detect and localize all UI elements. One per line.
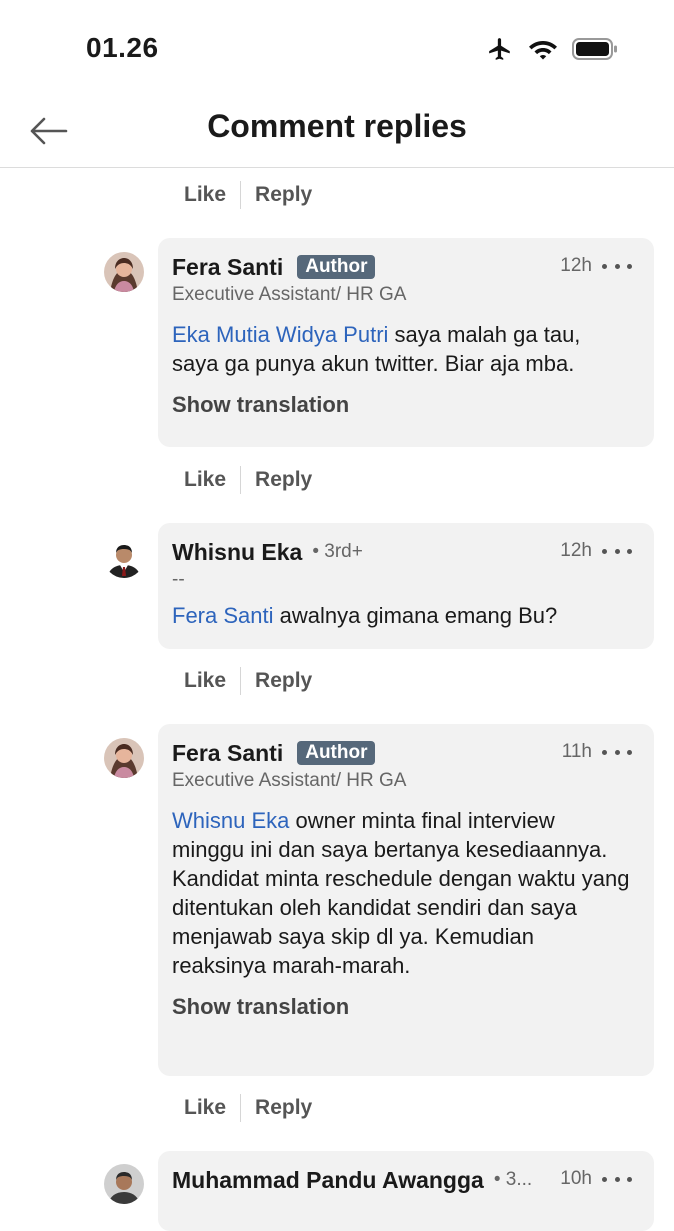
more-options-button[interactable]	[602, 1167, 632, 1191]
comment-text: Whisnu Eka owner minta final interview m…	[172, 806, 632, 980]
commenter-name[interactable]: Whisnu Eka	[172, 539, 302, 566]
avatar-photo	[104, 738, 144, 778]
avatar-photo	[104, 538, 144, 578]
mention-link[interactable]: Fera Santi	[172, 603, 274, 628]
show-translation-button[interactable]: Show translation	[172, 994, 632, 1020]
comment-actions: Like Reply	[170, 666, 326, 696]
mention-link[interactable]: Whisnu Eka	[172, 808, 289, 833]
avatar-photo	[104, 1164, 144, 1204]
comment-time: 12h	[560, 540, 592, 561]
comment-text: Eka Mutia Widya Putri saya malah ga tau,…	[172, 320, 632, 378]
author-badge: Author	[297, 741, 376, 765]
more-dot-icon	[614, 1176, 620, 1182]
comment-bubble: Fera Santi Author 12h Executive Assistan…	[158, 238, 654, 447]
like-button[interactable]: Like	[170, 669, 240, 693]
avatar-photo	[104, 252, 144, 292]
comment-time: 12h	[560, 255, 592, 276]
more-dot-icon	[627, 263, 632, 269]
connection-degree: • 3rd+	[312, 541, 363, 562]
comment-bubble: Fera Santi Author 11h Executive Assistan…	[158, 724, 654, 1076]
author-badge: Author	[297, 255, 376, 279]
reply-button[interactable]: Reply	[241, 1096, 326, 1120]
comment-actions: Like Reply	[170, 180, 326, 210]
like-button[interactable]: Like	[170, 1096, 240, 1120]
avatar[interactable]	[104, 252, 144, 292]
more-dot-icon	[602, 1176, 607, 1182]
status-time: 01.26	[86, 32, 159, 63]
commenter-name[interactable]: Fera Santi	[172, 254, 283, 281]
more-dot-icon	[602, 548, 607, 554]
more-dot-icon	[627, 749, 632, 755]
comment-bubble: Whisnu Eka • 3rd+ 12h -- Fera Santi awal…	[158, 523, 654, 649]
header-bar: Comment replies	[0, 92, 674, 168]
more-dot-icon	[627, 1176, 632, 1182]
like-button[interactable]: Like	[170, 183, 240, 207]
commenter-headline: Executive Assistant/ HR GA	[172, 284, 407, 305]
page-title: Comment replies	[207, 108, 467, 144]
more-dot-icon	[614, 263, 620, 269]
comment-actions: Like Reply	[170, 1093, 326, 1123]
comment-body: owner minta final interview minggu ini d…	[172, 808, 630, 978]
comment-time: 10h	[560, 1168, 592, 1189]
wifi-icon	[529, 41, 557, 60]
commenter-name[interactable]: Muhammad Pandu Awangga	[172, 1167, 484, 1194]
more-dot-icon	[602, 263, 607, 269]
commenter-headline: --	[172, 569, 185, 590]
reply-button[interactable]: Reply	[241, 669, 326, 693]
comment-actions: Like Reply	[170, 465, 326, 495]
avatar[interactable]	[104, 738, 144, 778]
mention-link[interactable]: Eka Mutia Widya Putri	[172, 322, 388, 347]
reply-button[interactable]: Reply	[241, 468, 326, 492]
avatar[interactable]	[104, 1164, 144, 1204]
avatar[interactable]	[104, 538, 144, 578]
more-dot-icon	[614, 749, 620, 755]
comment-text: Fera Santi awalnya gimana emang Bu?	[172, 601, 632, 630]
commenter-name[interactable]: Fera Santi	[172, 740, 283, 767]
commenter-headline: Executive Assistant/ HR GA	[172, 770, 407, 791]
airplane-icon	[489, 38, 510, 60]
more-options-button[interactable]	[602, 539, 632, 563]
reply-button[interactable]: Reply	[241, 183, 326, 207]
comment-bubble: Muhammad Pandu Awangga • 3... 10h	[158, 1151, 654, 1231]
more-options-button[interactable]	[602, 740, 632, 764]
more-dot-icon	[614, 548, 620, 554]
battery-icon	[572, 38, 617, 60]
comment-body: awalnya gimana emang Bu?	[273, 603, 558, 628]
status-icons	[486, 36, 618, 62]
more-dot-icon	[627, 548, 632, 554]
show-translation-button[interactable]: Show translation	[172, 392, 632, 418]
comment-time: 11h	[561, 741, 592, 762]
more-dot-icon	[602, 749, 607, 755]
like-button[interactable]: Like	[170, 468, 240, 492]
connection-degree: • 3...	[493, 1169, 533, 1190]
more-options-button[interactable]	[602, 254, 632, 278]
